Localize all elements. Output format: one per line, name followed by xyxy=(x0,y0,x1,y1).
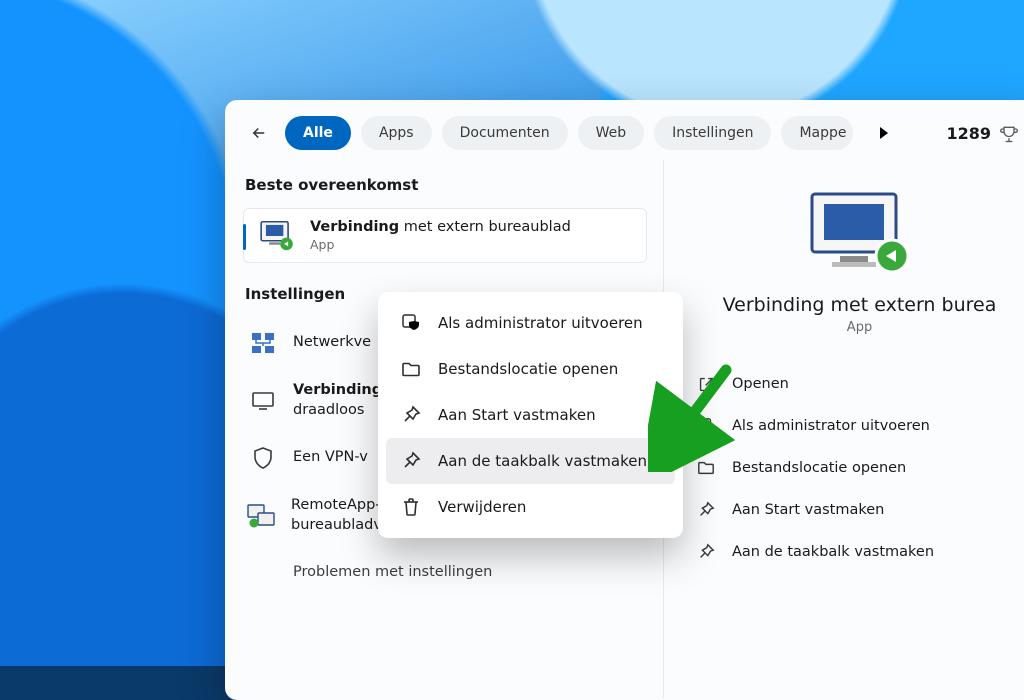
panel-header: Alle Apps Documenten Web Instellingen Ma… xyxy=(225,100,1024,160)
detail-subtitle: App xyxy=(692,320,1024,335)
action-label: Openen xyxy=(732,376,789,392)
pill-instellingen[interactable]: Instellingen xyxy=(654,116,771,150)
ctx-delete[interactable]: Verwijderen xyxy=(386,484,675,530)
ctx-open-location[interactable]: Bestandslocatie openen xyxy=(386,346,675,392)
pill-documenten[interactable]: Documenten xyxy=(442,116,568,150)
action-run-admin[interactable]: Als administrator uitvoeren xyxy=(692,405,1024,447)
rewards-points[interactable]: 1289 xyxy=(946,122,1024,144)
remote-desktop-icon xyxy=(258,220,296,252)
action-open-location[interactable]: Bestandslocatie openen xyxy=(692,447,1024,489)
ctx-label: Als administrator uitvoeren xyxy=(438,314,643,332)
admin-shield-icon xyxy=(696,416,716,436)
network-icon xyxy=(249,329,277,357)
pin-icon xyxy=(696,500,716,520)
remoteapp-icon xyxy=(247,502,275,530)
shield-icon xyxy=(249,444,277,472)
action-pin-start[interactable]: Aan Start vastmaken xyxy=(692,489,1024,531)
action-pin-taskbar[interactable]: Aan de taakbalk vastmaken xyxy=(692,531,1024,573)
best-match-title: Verbinding met extern bureaublad xyxy=(310,219,571,235)
admin-shield-icon xyxy=(400,312,422,334)
pin-icon xyxy=(400,450,422,472)
folder-icon xyxy=(400,358,422,380)
wireless-display-icon xyxy=(249,387,277,415)
action-open[interactable]: Openen xyxy=(692,363,1024,405)
detail-right-column: Verbinding met extern burea App Openen A… xyxy=(663,160,1024,698)
pill-alle[interactable]: Alle xyxy=(285,116,351,150)
back-button[interactable] xyxy=(245,119,273,147)
detail-title: Verbinding met extern burea xyxy=(692,294,1024,316)
trash-icon xyxy=(400,496,422,518)
list-item-label: Problemen met instellingen xyxy=(293,563,641,583)
rewards-icon xyxy=(999,124,1019,144)
best-match-result[interactable]: Verbinding met extern bureaublad App xyxy=(243,208,647,263)
list-item[interactable]: Problemen met instellingen xyxy=(243,547,647,599)
ctx-pin-start[interactable]: Aan Start vastmaken xyxy=(386,392,675,438)
best-match-heading: Beste overeenkomst xyxy=(245,176,645,194)
action-label: Aan de taakbalk vastmaken xyxy=(732,544,934,560)
ctx-label: Aan de taakbalk vastmaken xyxy=(438,452,647,470)
selection-accent xyxy=(243,224,246,250)
pill-mappen[interactable]: Mappe xyxy=(781,116,852,150)
pin-icon xyxy=(400,404,422,426)
troubleshoot-icon xyxy=(249,559,277,587)
ctx-label: Verwijderen xyxy=(438,498,526,516)
ctx-pin-taskbar[interactable]: Aan de taakbalk vastmaken xyxy=(386,438,675,484)
context-menu: Als administrator uitvoeren Bestandsloca… xyxy=(378,292,683,538)
open-icon xyxy=(696,374,716,394)
points-value: 1289 xyxy=(946,124,991,143)
ctx-run-admin[interactable]: Als administrator uitvoeren xyxy=(386,300,675,346)
filter-pills: Alle Apps Documenten Web Instellingen Ma… xyxy=(285,116,853,150)
pills-overflow-icon[interactable] xyxy=(871,120,897,146)
ctx-label: Aan Start vastmaken xyxy=(438,406,596,424)
remote-desktop-large-icon xyxy=(800,190,920,276)
pill-apps[interactable]: Apps xyxy=(361,116,432,150)
action-label: Aan Start vastmaken xyxy=(732,502,884,518)
action-label: Bestandslocatie openen xyxy=(732,460,906,476)
ctx-label: Bestandslocatie openen xyxy=(438,360,618,378)
action-label: Als administrator uitvoeren xyxy=(732,418,930,434)
pin-icon xyxy=(696,542,716,562)
folder-icon xyxy=(696,458,716,478)
best-match-subtitle: App xyxy=(310,237,571,252)
pill-web[interactable]: Web xyxy=(578,116,645,150)
